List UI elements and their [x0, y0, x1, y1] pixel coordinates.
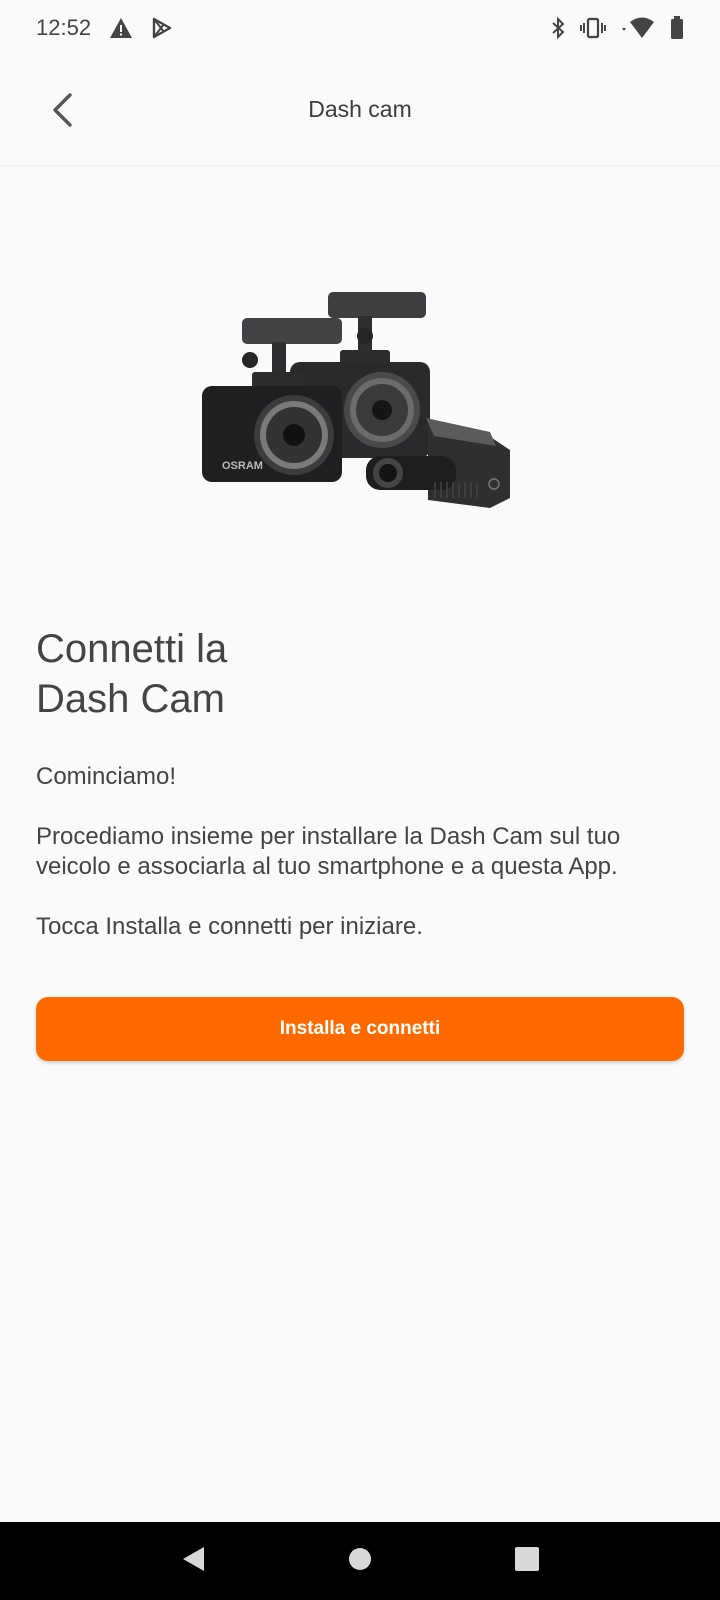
- warning-icon: [109, 17, 133, 39]
- install-connect-button[interactable]: Installa e connetti: [36, 997, 684, 1061]
- nav-home-icon: [347, 1546, 373, 1577]
- nav-back-button[interactable]: [163, 1531, 223, 1591]
- heading-line-2: Dash Cam: [36, 677, 225, 721]
- bluetooth-icon: [550, 16, 566, 40]
- status-time: 12:52: [36, 15, 92, 40]
- nav-recents-button[interactable]: [497, 1531, 557, 1591]
- instruction-text: Tocca Installa e connetti per iniziare.: [36, 913, 423, 940]
- status-right: [550, 16, 684, 40]
- play-store-icon: [151, 17, 173, 39]
- description-text: Procediamo insieme per installare la Das…: [36, 823, 621, 880]
- nav-recents-icon: [514, 1546, 540, 1577]
- main-heading: Connetti la Dash Cam: [36, 624, 636, 724]
- wifi-icon: [620, 16, 656, 40]
- page-title: Dash cam: [308, 96, 412, 122]
- nav-back-icon: [180, 1545, 206, 1578]
- brand-label: OSRAM: [222, 460, 263, 472]
- nav-home-button[interactable]: [330, 1531, 390, 1591]
- app-bar: Dash cam: [0, 56, 720, 166]
- status-bar: 12:52: [0, 0, 720, 56]
- screen: 12:52 Dash cam OSRAM Connetti la Dash Ca…: [0, 0, 720, 1600]
- battery-icon: [670, 16, 684, 40]
- intro-text: Cominciamo!: [36, 763, 177, 790]
- dash-cams-image: OSRAM: [190, 270, 530, 540]
- heading-line-1: Connetti la: [36, 627, 228, 671]
- status-left: 12:52: [36, 15, 173, 41]
- vibrate-icon: [580, 17, 606, 39]
- system-nav-bar: [0, 1522, 720, 1600]
